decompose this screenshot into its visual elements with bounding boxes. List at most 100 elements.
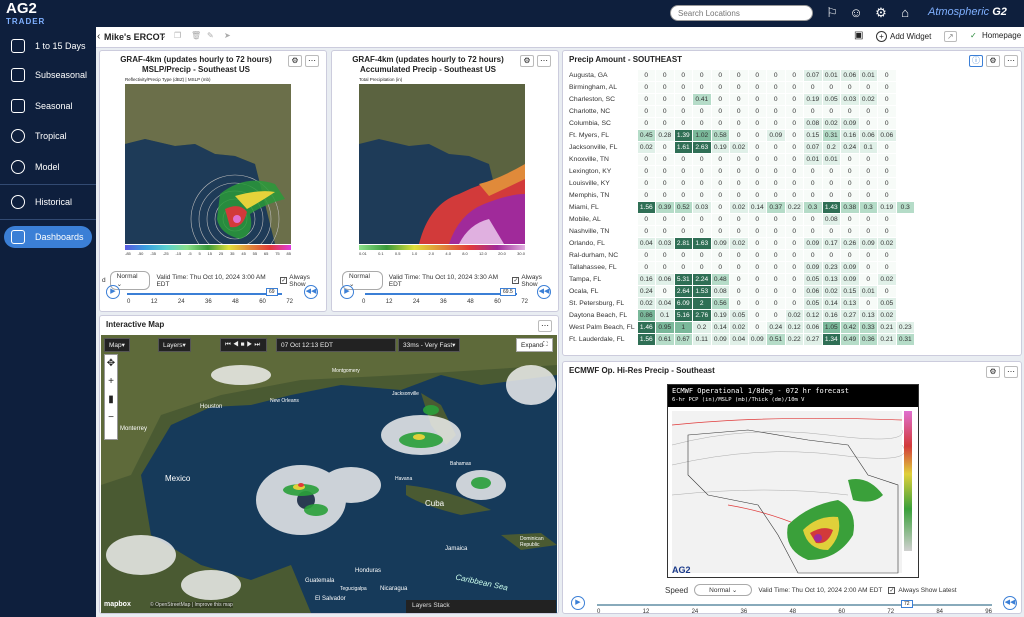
precip-cell: 0.03: [692, 201, 712, 214]
copy-icon[interactable]: ❐: [174, 31, 181, 40]
precip-cell: 0: [784, 297, 804, 310]
plus-icon: +: [876, 31, 887, 42]
time-slider[interactable]: [597, 604, 992, 606]
send-icon[interactable]: ➤: [224, 31, 231, 40]
precip-cell: 0: [821, 189, 841, 202]
layers-select[interactable]: Layers ▾: [158, 338, 191, 352]
precip-cell: 0: [877, 165, 897, 178]
precip-cell: 0: [636, 261, 656, 274]
precip-cell: 0: [803, 105, 823, 118]
skip-back-button[interactable]: ◀◀: [304, 285, 318, 299]
precip-cell: 0: [636, 165, 656, 178]
play-button[interactable]: ▶: [340, 285, 354, 299]
sidebar-item-subseasonal[interactable]: Subseasonal: [4, 64, 92, 86]
trash-icon[interactable]: 🗑: [191, 31, 201, 40]
precip-cell: 0: [766, 237, 786, 250]
table-row: St. Petersburg, FL 0.02 0.04 6.09 2 0.56 0 0 0 0 0…: [567, 297, 915, 310]
precip-cell: 0: [729, 213, 749, 226]
slider-handle[interactable]: 69.5: [500, 288, 516, 296]
map-select[interactable]: Map ▾: [104, 338, 130, 352]
precip-cell: 0: [692, 165, 712, 178]
precip-cell: 0: [747, 225, 767, 238]
chevron-left-icon[interactable]: ‹: [97, 31, 100, 42]
sidebar-item-tropical[interactable]: Tropical: [4, 125, 92, 147]
skip-back-button[interactable]: ◀◀: [537, 285, 551, 299]
zoom-controls[interactable]: ✥ + ▮ −: [104, 354, 118, 440]
precip-cell: 0: [710, 153, 730, 166]
gear-icon[interactable]: ⚙: [873, 5, 889, 21]
sidebar-item-1-to-15-days[interactable]: 1 to 15 Days: [4, 35, 92, 57]
edit-icon[interactable]: ✎: [207, 31, 214, 40]
zoom-in-button[interactable]: +: [105, 373, 117, 391]
precip-cell: 0: [803, 225, 823, 238]
map-label-jamaica: Jamaica: [445, 546, 468, 552]
gear-icon[interactable]: ⚙: [986, 366, 1000, 378]
ecmwf-image: ECMWF Operational 1/8deg - 072 hr foreca…: [667, 384, 919, 578]
time-slider[interactable]: [365, 293, 517, 295]
skip-back-button[interactable]: ◀◀: [1003, 596, 1017, 610]
precip-table: Augusta, GA 0 0 0 0 0 0 0 0 0 0.07 0.01 0.06 0.01 0 Bir…: [567, 69, 915, 346]
precip-cell: 0: [673, 153, 693, 166]
gear-icon[interactable]: ⚙: [288, 55, 302, 67]
gear-icon[interactable]: ⚙: [986, 55, 1000, 67]
save-icon[interactable]: ▣: [854, 30, 863, 41]
more-icon[interactable]: ⋯: [538, 320, 552, 332]
precip-cell: 0.06: [877, 129, 897, 142]
dashboard-title[interactable]: Mike's ERCOT: [104, 32, 165, 42]
bell-icon[interactable]: ⚐: [824, 5, 840, 21]
expand-button[interactable]: Expand ⛶: [516, 338, 553, 352]
scale-labels: -85 -50 -35 -25 -15 -5 5 15 25 35 45 55 65 75 85: [125, 251, 291, 256]
precip-cell: 0: [729, 285, 749, 298]
more-icon[interactable]: ⋯: [1004, 366, 1018, 378]
search-input[interactable]: [670, 5, 813, 21]
mapbox-logo: mapbox: [104, 601, 131, 608]
playback-controls[interactable]: ⏮◀■▶⏭: [220, 338, 268, 352]
dashboard-toolbar: ‹ Mike's ERCOT ⌄ ❐ 🗑 ✎ ➤ ▣ + Add Widget ↗…: [96, 27, 1024, 48]
more-icon[interactable]: ⋯: [305, 55, 319, 67]
zoom-slider[interactable]: ▮: [105, 391, 117, 409]
speed-select[interactable]: 33ms - Very Fast ▾: [398, 338, 461, 352]
play-button[interactable]: ▶: [571, 596, 585, 610]
gear-icon[interactable]: ⚙: [520, 55, 534, 67]
time-slider[interactable]: [127, 293, 282, 295]
add-widget-button[interactable]: + Add Widget: [876, 31, 931, 42]
color-scale: [359, 245, 525, 250]
speed-select[interactable]: Normal ⌄: [694, 584, 753, 596]
more-icon[interactable]: ⋯: [537, 55, 551, 67]
precip-cell: 0.09: [747, 333, 767, 346]
precip-cell: 0.12: [784, 321, 804, 334]
precip-cell: 0: [803, 165, 823, 178]
precip-cell: 0: [766, 117, 786, 130]
info-icon[interactable]: ⓘ: [969, 55, 983, 67]
chevron-down-icon[interactable]: ⌄: [160, 31, 167, 40]
homepage-label[interactable]: Homepage: [982, 31, 1021, 40]
app-logo[interactable]: AG2 TRADER: [6, 1, 45, 28]
always-show-checkbox[interactable]: ✓: [512, 277, 520, 284]
slider-handle[interactable]: 72: [901, 600, 913, 608]
precip-cell: 0: [784, 93, 804, 106]
precip-cell: 0: [877, 213, 897, 226]
always-show-checkbox[interactable]: ✓: [280, 277, 288, 284]
more-icon[interactable]: ⋯: [1004, 55, 1018, 67]
sidebar-item-dashboards[interactable]: Dashboards: [4, 226, 92, 248]
time-scrubber[interactable]: 07 Oct 12:13 EDT: [276, 338, 396, 352]
home-icon[interactable]: ⌂: [897, 5, 913, 21]
precip-cell: 1: [673, 321, 693, 334]
table-row: Mobile, AL 0 0 0 0 0 0 0 0 0 0 0.08 0 0 0: [567, 213, 915, 226]
move-icon[interactable]: ✥: [105, 355, 117, 373]
city-label: Ft. Lauderdale, FL: [569, 336, 625, 343]
zoom-out-button[interactable]: −: [105, 409, 117, 427]
precip-cell: 0: [747, 309, 767, 322]
sidebar-item-model[interactable]: Model: [4, 156, 92, 178]
play-button[interactable]: ▶: [106, 285, 120, 299]
map-attribution[interactable]: © OpenStreetMap | Improve this map: [150, 602, 233, 608]
precip-cell: 0: [692, 177, 712, 190]
user-icon[interactable]: ☺: [848, 5, 864, 21]
sidebar-item-seasonal[interactable]: Seasonal: [4, 95, 92, 117]
layers-stack-button[interactable]: Layers Stack: [406, 600, 556, 613]
share-icon[interactable]: ↗: [944, 31, 957, 42]
city-label: Charleston, SC: [569, 96, 616, 103]
sidebar-item-historical[interactable]: Historical: [4, 191, 92, 213]
slider-handle[interactable]: 69: [266, 288, 278, 296]
always-show-checkbox[interactable]: ✓: [888, 586, 896, 594]
